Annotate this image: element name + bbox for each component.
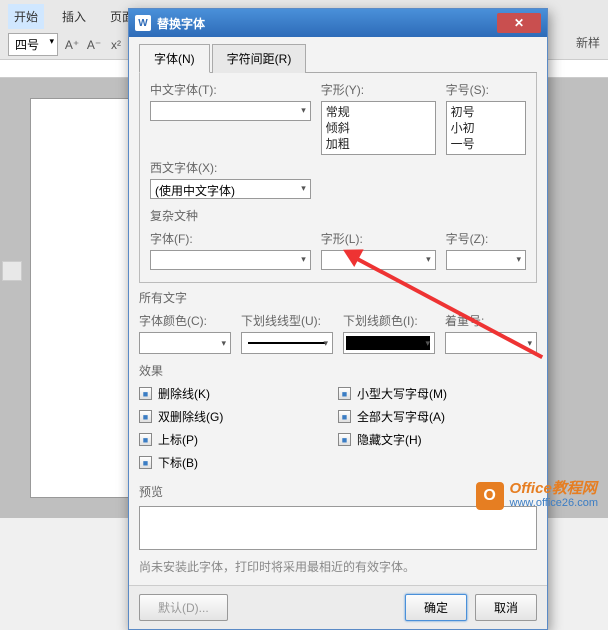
font-size-dropdown[interactable]: 四号 bbox=[8, 33, 58, 56]
complex-style-combo[interactable] bbox=[321, 250, 436, 270]
replace-font-dialog: W 替换字体 ✕ 字体(N) 字符间距(R) 中文字体(T): 字形(Y): 常… bbox=[128, 8, 548, 630]
watermark-title: Office教程网 bbox=[510, 482, 598, 496]
effects-label: 效果 bbox=[139, 362, 537, 379]
underline-color-combo[interactable] bbox=[343, 332, 435, 354]
chinese-font-label: 中文字体(T): bbox=[150, 81, 311, 98]
cancel-button[interactable]: 取消 bbox=[475, 594, 537, 621]
style-l-label: 字形(L): bbox=[321, 230, 436, 247]
ok-button[interactable]: 确定 bbox=[405, 594, 467, 621]
side-tool-icon[interactable] bbox=[2, 261, 22, 281]
default-button[interactable]: 默认(D)... bbox=[139, 594, 228, 621]
tab-spacing[interactable]: 字符间距(R) bbox=[212, 44, 307, 73]
font-size-listbox[interactable]: 初号 小初 一号 bbox=[446, 101, 526, 155]
new-style-label[interactable]: 新样 bbox=[576, 34, 600, 51]
emphasis-label: 着重号: bbox=[445, 312, 537, 329]
western-font-combo[interactable]: (使用中文字体) bbox=[150, 179, 311, 199]
tab-font[interactable]: 字体(N) bbox=[139, 44, 210, 73]
dialog-title: 替换字体 bbox=[157, 15, 497, 32]
hidden-check[interactable]: ■隐藏文字(H) bbox=[338, 431, 537, 448]
emphasis-combo[interactable] bbox=[445, 332, 537, 354]
font-style-label: 字形(Y): bbox=[321, 81, 436, 98]
underline-style-combo[interactable] bbox=[241, 332, 333, 354]
button-bar: 默认(D)... 确定 取消 bbox=[129, 585, 547, 629]
side-toolbar bbox=[0, 258, 24, 284]
dstrike-check[interactable]: ■双删除线(G) bbox=[139, 408, 338, 425]
decrease-font-icon[interactable]: A⁻ bbox=[86, 37, 102, 53]
titlebar[interactable]: W 替换字体 ✕ bbox=[129, 9, 547, 37]
ribbon-tab-home[interactable]: 开始 bbox=[8, 4, 44, 29]
super-check[interactable]: ■上标(P) bbox=[139, 431, 338, 448]
chinese-font-combo[interactable] bbox=[150, 101, 311, 121]
preview-box bbox=[139, 506, 537, 550]
watermark-url: www.office26.com bbox=[510, 496, 598, 510]
western-font-label: 西文字体(X): bbox=[150, 159, 311, 176]
allcaps-check[interactable]: ■全部大写字母(A) bbox=[338, 408, 537, 425]
font-color-label: 字体颜色(C): bbox=[139, 312, 231, 329]
font-style-listbox[interactable]: 常规 倾斜 加粗 bbox=[321, 101, 436, 155]
dialog-tabs: 字体(N) 字符间距(R) bbox=[139, 43, 537, 73]
app-icon: W bbox=[135, 15, 151, 31]
strike-check[interactable]: ■删除线(K) bbox=[139, 385, 338, 402]
install-note: 尚未安装此字体，打印时将采用最相近的有效字体。 bbox=[139, 558, 537, 575]
close-button[interactable]: ✕ bbox=[497, 13, 541, 33]
sub-check[interactable]: ■下标(B) bbox=[139, 454, 338, 471]
increase-font-icon[interactable]: A⁺ bbox=[64, 37, 80, 53]
font-f-label: 字体(F): bbox=[150, 230, 311, 247]
watermark: O Office教程网 www.office26.com bbox=[476, 482, 598, 510]
smallcaps-check[interactable]: ■小型大写字母(M) bbox=[338, 385, 537, 402]
ribbon-tab-insert[interactable]: 插入 bbox=[56, 4, 92, 29]
font-color-combo[interactable] bbox=[139, 332, 231, 354]
complex-section-label: 复杂文种 bbox=[150, 207, 526, 224]
complex-font-combo[interactable] bbox=[150, 250, 311, 270]
complex-size-combo[interactable] bbox=[446, 250, 526, 270]
font-size-label: 字号(S): bbox=[446, 81, 526, 98]
underline-style-label: 下划线线型(U): bbox=[241, 312, 333, 329]
watermark-icon: O bbox=[476, 482, 504, 510]
superscript-icon[interactable]: x² bbox=[108, 37, 124, 53]
font-section: 中文字体(T): 字形(Y): 常规 倾斜 加粗 字号(S): 初号 小初 bbox=[139, 73, 537, 283]
size-z-label: 字号(Z): bbox=[446, 230, 526, 247]
all-text-label: 所有文字 bbox=[139, 289, 537, 306]
underline-color-label: 下划线颜色(I): bbox=[343, 312, 435, 329]
